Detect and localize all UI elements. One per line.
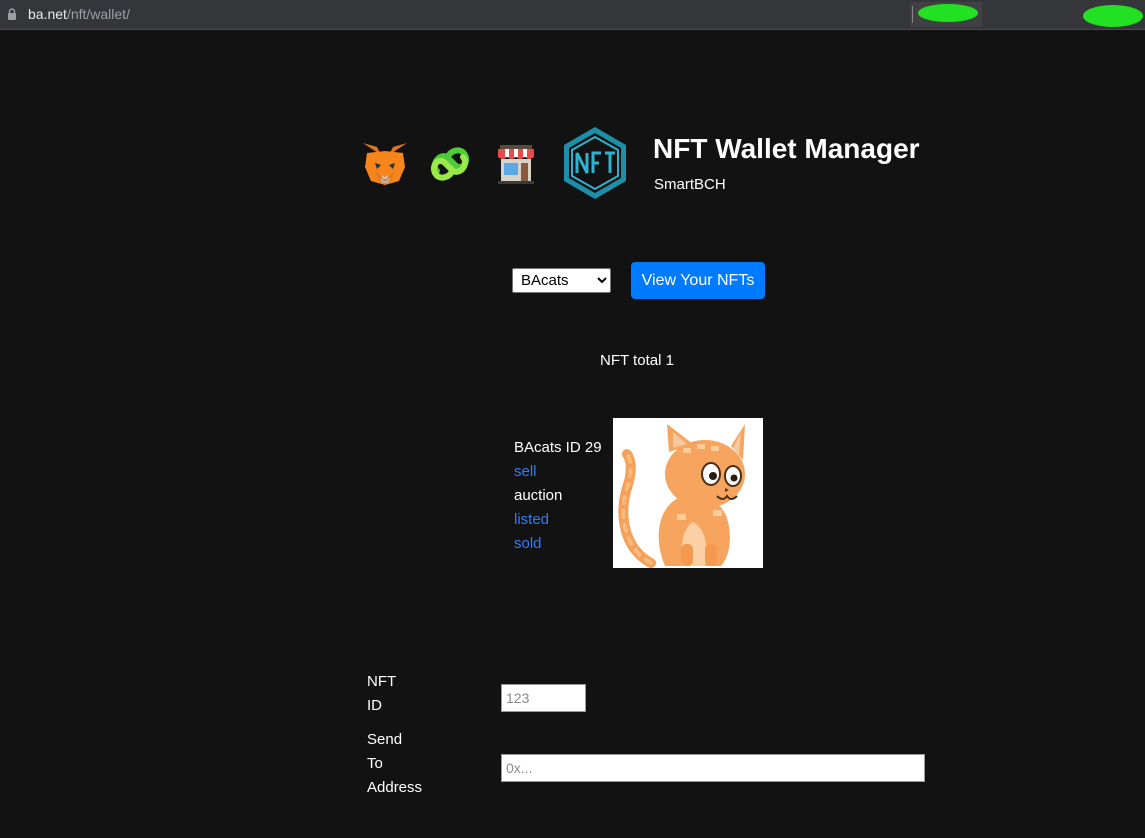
page-title: NFT Wallet Manager bbox=[653, 133, 920, 164]
send-address-input[interactable] bbox=[501, 754, 925, 782]
page-subtitle: SmartBCH bbox=[654, 176, 726, 193]
nft-id-label: NFT ID bbox=[367, 670, 396, 718]
browser-address-bar[interactable]: ba.net/nft/wallet/ bbox=[0, 0, 1145, 30]
address-label-line2: To bbox=[367, 755, 383, 772]
nft-id-label-line2: ID bbox=[367, 697, 382, 714]
nft-hexagon-logo[interactable] bbox=[561, 125, 629, 201]
nft-total-text: NFT total 1 bbox=[600, 352, 674, 369]
sell-link[interactable]: sell bbox=[514, 460, 602, 484]
url-path: /nft/wallet/ bbox=[66, 6, 130, 22]
redacted-extension-icon[interactable] bbox=[918, 4, 978, 22]
nft-title: BAcats ID 29 bbox=[514, 439, 602, 456]
storefront-icon[interactable] bbox=[494, 141, 538, 185]
lock-icon bbox=[8, 8, 16, 20]
address-label-line1: Send bbox=[367, 731, 403, 748]
redacted-profile-icon[interactable] bbox=[1083, 5, 1143, 27]
toolbar-divider bbox=[912, 6, 913, 23]
url-host: ba.net bbox=[28, 6, 67, 22]
auction-text: auction bbox=[514, 487, 563, 504]
nft-id-input[interactable] bbox=[501, 684, 586, 712]
metamask-fox-icon[interactable] bbox=[361, 141, 409, 187]
nft-cat-image bbox=[613, 418, 763, 568]
sold-link[interactable]: sold bbox=[514, 532, 602, 556]
view-nfts-button[interactable]: View Your NFTs bbox=[631, 262, 765, 299]
address-url[interactable]: ba.net/nft/wallet/ bbox=[28, 6, 130, 22]
send-to-address-label: Send To Address bbox=[367, 728, 422, 800]
collection-select[interactable]: BAcats bbox=[512, 268, 611, 293]
nft-card-info: BAcats ID 29 sell auction listed sold bbox=[514, 436, 602, 556]
listed-link[interactable]: listed bbox=[514, 508, 602, 532]
smartbch-chain-icon[interactable] bbox=[429, 143, 471, 185]
nft-id-label-line1: NFT bbox=[367, 673, 397, 690]
address-label-line3: Address bbox=[367, 779, 423, 796]
